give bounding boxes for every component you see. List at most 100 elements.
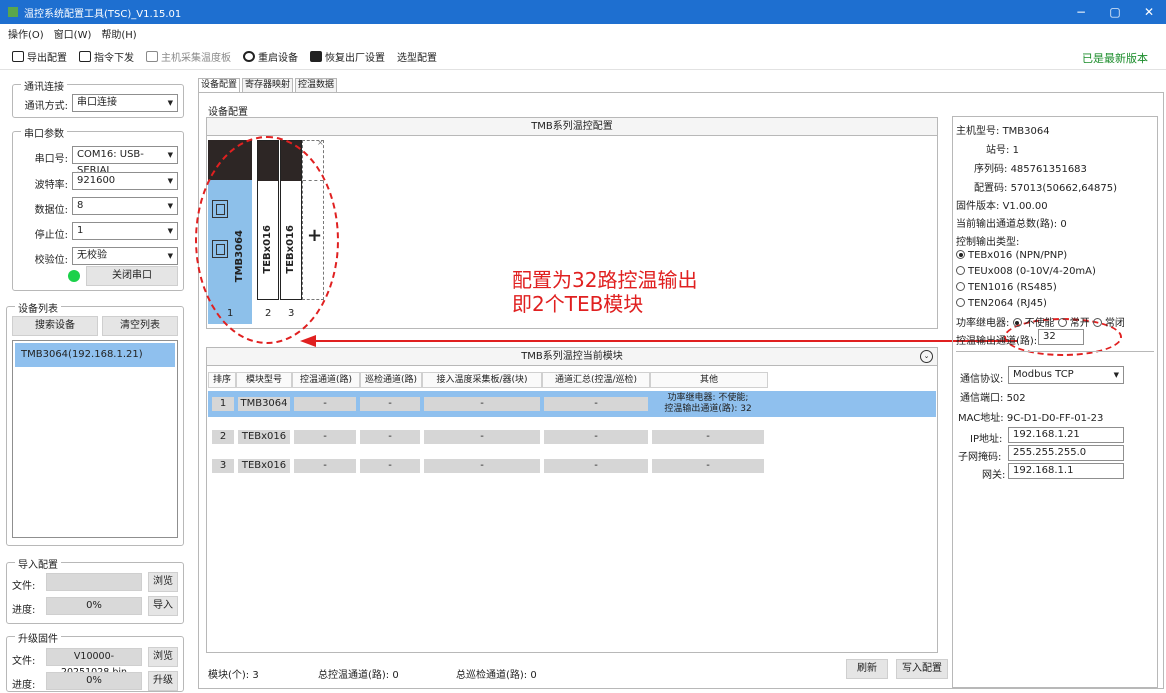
- import-group-label: 导入配置: [15, 556, 61, 571]
- total-patrol-label: 总巡检通道(路): 0: [456, 666, 537, 681]
- comm-mode-label: 通讯方式:: [24, 101, 68, 112]
- firmware-file-field[interactable]: V10000-20251028.bin: [46, 648, 142, 678]
- minimize-button[interactable]: −: [1064, 0, 1098, 24]
- radio-selected-icon: [956, 250, 965, 259]
- import-progress-bar: 0%: [46, 597, 142, 615]
- relay-row: 功率继电器: 不使能 常开 常闭: [956, 314, 1125, 329]
- device-list: TMB3064(192.168.1.21): [12, 340, 178, 538]
- port-select[interactable]: COM16: USB-SERIAL ▼: [72, 146, 178, 176]
- control-type-option-ten1016[interactable]: TEN1016 (RS485): [956, 282, 1057, 293]
- comm-mode-select[interactable]: 串口连接 ▼: [72, 94, 178, 112]
- write-config-button[interactable]: 写入配置: [896, 659, 948, 679]
- import-browse-button[interactable]: 浏览: [148, 572, 178, 592]
- clear-list-button[interactable]: 清空列表: [102, 316, 178, 336]
- baud-select[interactable]: 921600 ▼: [72, 172, 178, 190]
- menu-operation[interactable]: 操作(O): [8, 26, 44, 41]
- import-file-field[interactable]: [46, 573, 142, 591]
- terminal-icon: [79, 51, 91, 62]
- radio-icon: [956, 266, 965, 275]
- col-patrol-channels: 巡检通道(路): [360, 372, 422, 388]
- window-controls: − ▢ ✕: [1064, 0, 1166, 24]
- divider: [956, 351, 1154, 352]
- col-order: 排序: [208, 372, 236, 388]
- tab-device-config[interactable]: 设备配置: [198, 78, 241, 92]
- host-model-value: TMB3064: [1002, 126, 1050, 137]
- host-board-button[interactable]: 主机采集温度板: [142, 47, 235, 67]
- data-bits-select[interactable]: 8 ▼: [72, 197, 178, 215]
- control-type-option-ten2064[interactable]: TEN2064 (RJ45): [956, 298, 1047, 309]
- toolbar: 导出配置 指令下发 主机采集温度板 重启设备 恢复出厂设置 选型配置 已是最新版…: [0, 44, 1166, 70]
- col-channel-summary: 通道汇总(控温/巡检): [542, 372, 650, 388]
- relay-option-no[interactable]: 常开: [1057, 318, 1090, 329]
- row-temp-channels: -: [294, 430, 356, 444]
- upgrade-button[interactable]: 升级: [148, 671, 178, 691]
- remove-slot-icon[interactable]: ×: [317, 138, 324, 147]
- connection-status-led: [68, 270, 80, 282]
- factory-reset-icon: [310, 51, 322, 62]
- maximize-button[interactable]: ▢: [1098, 0, 1132, 24]
- app-icon: [8, 7, 18, 17]
- radio-icon: [1092, 318, 1102, 327]
- row-temp-channels: -: [294, 397, 356, 411]
- row-other: -: [652, 459, 764, 473]
- tab-temp-data[interactable]: 控温数据: [295, 78, 338, 92]
- send-command-label: 指令下发: [94, 53, 134, 64]
- annotation-line2: 即2个TEB模块: [512, 292, 644, 316]
- firmware-progress-bar: 0%: [46, 672, 142, 690]
- export-config-button[interactable]: 导出配置: [8, 47, 71, 67]
- window-title: 温控系统配置工具(TSC)_V1.15.01: [24, 8, 182, 20]
- radio-icon: [956, 298, 965, 307]
- menu-help[interactable]: 帮助(H): [101, 26, 136, 41]
- stop-bits-value: 1: [77, 225, 84, 236]
- firmware-browse-button[interactable]: 浏览: [148, 647, 178, 667]
- row-patrol-channels: -: [360, 459, 420, 473]
- subnet-input[interactable]: 255.255.255.0: [1008, 445, 1124, 461]
- parity-value: 无校验: [77, 250, 107, 261]
- gateway-label: 网关:: [982, 470, 1006, 481]
- parity-select[interactable]: 无校验 ▼: [72, 247, 178, 265]
- device-list-item[interactable]: TMB3064(192.168.1.21): [15, 343, 175, 367]
- ctrl-out-channels-input[interactable]: 32: [1038, 329, 1084, 345]
- title-bar: 温控系统配置工具(TSC)_V1.15.01 − ▢ ✕: [0, 0, 1166, 24]
- import-button[interactable]: 导入: [148, 596, 178, 616]
- send-command-button[interactable]: 指令下发: [75, 47, 138, 67]
- dropdown-arrow-icon: ▼: [167, 99, 173, 107]
- ip-input[interactable]: 192.168.1.21: [1008, 427, 1124, 443]
- row-other: -: [652, 430, 764, 444]
- select-config-label: 选型配置: [397, 53, 437, 64]
- menu-window[interactable]: 窗口(W): [54, 26, 92, 41]
- stop-bits-select[interactable]: 1 ▼: [72, 222, 178, 240]
- restart-device-button[interactable]: 重启设备: [239, 47, 302, 67]
- radio-icon: [956, 282, 965, 291]
- parity-label: 校验位:: [34, 255, 68, 266]
- refresh-button[interactable]: 刷新: [846, 659, 888, 679]
- dropdown-arrow-icon: ▼: [167, 202, 173, 210]
- search-devices-button[interactable]: 搜索设备: [12, 316, 98, 336]
- tmb-config-title: TMB系列温控配置: [207, 118, 937, 136]
- host-model-label: 主机型号:: [956, 126, 1000, 137]
- collapse-icon[interactable]: ⌄: [920, 350, 933, 363]
- control-type-label: TEBx016 (NPN/PNP): [968, 250, 1068, 261]
- table-row[interactable]: 3 TEBx016 - - - - -: [208, 453, 936, 479]
- protocol-select[interactable]: Modbus TCP ▼: [1008, 366, 1124, 384]
- relay-option-disabled[interactable]: 不使能: [1012, 318, 1055, 329]
- select-config-button[interactable]: 选型配置: [393, 47, 441, 67]
- row-collector-boards: -: [424, 430, 540, 444]
- dropdown-arrow-icon: ▼: [167, 177, 173, 185]
- close-button[interactable]: ✕: [1132, 0, 1166, 24]
- restart-icon: [243, 51, 255, 62]
- gateway-input[interactable]: 192.168.1.1: [1008, 463, 1124, 479]
- control-output-type-label: 控制输出类型:: [956, 237, 1020, 248]
- relay-option-nc[interactable]: 常闭: [1092, 318, 1125, 329]
- import-progress-label: 进度:: [12, 605, 36, 616]
- table-row[interactable]: 1 TMB3064 - - - - 功率继电器: 不使能; 控温输出通道(路):…: [208, 391, 936, 417]
- tab-register-map[interactable]: 寄存器映射: [242, 78, 294, 92]
- factory-reset-button[interactable]: 恢复出厂设置: [306, 47, 389, 67]
- close-serial-button[interactable]: 关闭串口: [86, 266, 178, 286]
- firmware-version-value: V1.00.00: [1002, 201, 1048, 212]
- control-type-label: TEUx008 (0-10V/4-20mA): [968, 266, 1096, 277]
- control-type-option-teux008[interactable]: TEUx008 (0-10V/4-20mA): [956, 266, 1096, 277]
- col-temp-channels: 控温通道(路): [292, 372, 360, 388]
- control-type-option-tebx016[interactable]: TEBx016 (NPN/PNP): [956, 250, 1067, 261]
- table-row[interactable]: 2 TEBx016 - - - - -: [208, 424, 936, 450]
